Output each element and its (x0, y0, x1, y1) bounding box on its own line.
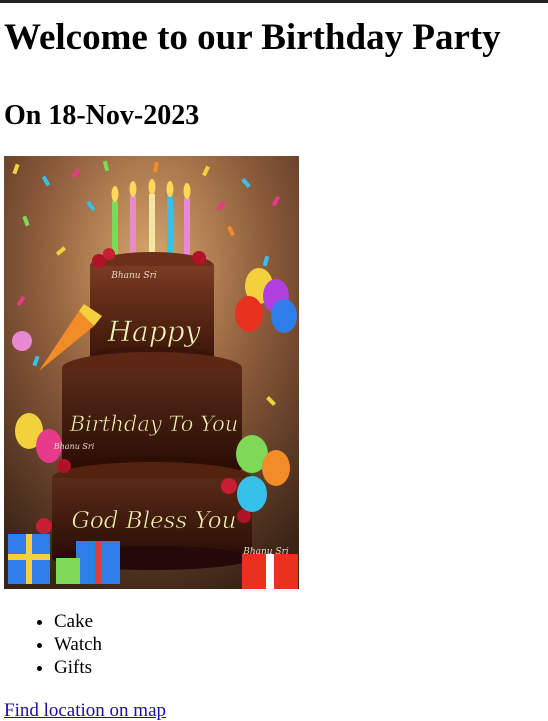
wish-blessing-text: God Bless You (72, 508, 237, 534)
list-item: Watch (54, 633, 548, 656)
list-item: Cake (54, 610, 548, 633)
cake-illustration: Happy Birthday To You God Bless You Bhan… (4, 156, 299, 589)
list-item: Gifts (54, 656, 548, 679)
birthday-cake-image: Happy Birthday To You God Bless You Bhan… (4, 156, 299, 589)
watermark-bottom: Bhanu Sri (242, 547, 289, 557)
watermark-top: Bhanu Sri (110, 271, 157, 281)
page-title: Welcome to our Birthday Party (4, 17, 501, 58)
map-location-link[interactable]: Find location on map (4, 699, 166, 721)
page-content: Welcome to our Birthday Party On 18-Nov-… (0, 3, 548, 721)
party-date-heading: On 18-Nov-2023 (4, 100, 200, 131)
wish-birthday-text: Birthday To You (69, 412, 239, 436)
watermark-middle: Bhanu Sri (53, 442, 95, 451)
gift-list: Cake Watch Gifts (4, 610, 548, 679)
wish-happy-text: Happy (107, 315, 202, 348)
